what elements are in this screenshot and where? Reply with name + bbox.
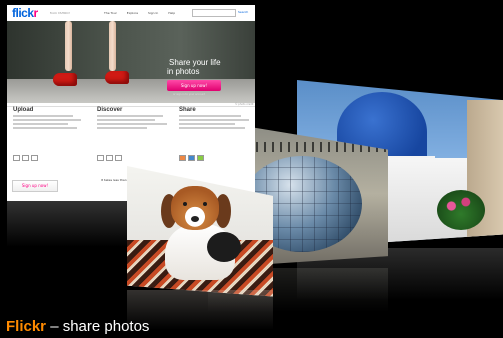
caption-brand: Flickr (6, 318, 47, 335)
puppy-black-patch (207, 232, 241, 262)
signup-hint: or sign in to your account (173, 93, 206, 96)
column-title: Upload (13, 107, 34, 113)
puppy-nose (191, 216, 199, 222)
right-red-shoe (105, 71, 129, 84)
yahoo-label: from YAHOO! (50, 11, 70, 15)
hero-wall (7, 21, 255, 79)
column-discover: Discover (97, 107, 172, 177)
nav-explore[interactable]: Explore (127, 11, 138, 15)
text-line (13, 123, 68, 125)
right-leg (109, 21, 116, 71)
upload-icon (13, 155, 20, 161)
column-title: Discover (97, 107, 123, 113)
upload-icon (31, 155, 38, 161)
search-button[interactable]: Search (238, 10, 248, 14)
caption-text: – share photos (46, 318, 150, 335)
text-line (97, 115, 163, 117)
discover-icon (106, 155, 113, 161)
share-icon (188, 155, 195, 161)
puppy-head (171, 186, 219, 230)
text-line (97, 119, 155, 121)
puppy-right-eye (203, 202, 207, 206)
left-leg (65, 21, 72, 71)
text-line (179, 119, 249, 121)
column-upload: Upload (13, 107, 88, 177)
hero-headline-2: in photos (167, 67, 200, 76)
nav-sign-in[interactable]: Sign In (148, 11, 158, 15)
nav-help[interactable]: Help (168, 11, 175, 15)
caption: Flickr – share photos (6, 318, 149, 335)
share-icon (179, 155, 186, 161)
hero-headline-1: Share your life (169, 58, 221, 67)
text-line (179, 123, 235, 125)
text-line (97, 123, 167, 125)
nav-tour[interactable]: The Tour (104, 11, 117, 15)
text-line (13, 119, 81, 121)
signup-button[interactable]: Sign up now! (167, 80, 221, 91)
column-title: Share (179, 107, 196, 113)
screenshot-stage: flickr from YAHOO! The Tour Explore Sign… (0, 0, 503, 338)
text-line (13, 115, 73, 117)
flickr-nav: The Tour Explore Sign In Help (104, 11, 184, 15)
search-input[interactable] (192, 9, 236, 17)
discover-icon (97, 155, 104, 161)
flickr-logo[interactable]: flickr (12, 6, 38, 20)
upload-icon (22, 155, 29, 161)
text-line (97, 127, 147, 129)
text-line (179, 115, 241, 117)
puppy-left-eye (183, 202, 187, 206)
text-line (13, 127, 77, 129)
pink-flowers (437, 190, 485, 230)
left-red-shoe (53, 73, 77, 86)
flickr-header: flickr from YAHOO! The Tour Explore Sign… (7, 5, 255, 21)
discover-icon (115, 155, 122, 161)
column-share: Share (179, 107, 254, 177)
text-line (179, 127, 245, 129)
hero-banner: Share your life in photos Sign up now! o… (7, 21, 255, 103)
share-icon (197, 155, 204, 161)
signup-now-button[interactable]: Sign up now! (12, 180, 58, 192)
